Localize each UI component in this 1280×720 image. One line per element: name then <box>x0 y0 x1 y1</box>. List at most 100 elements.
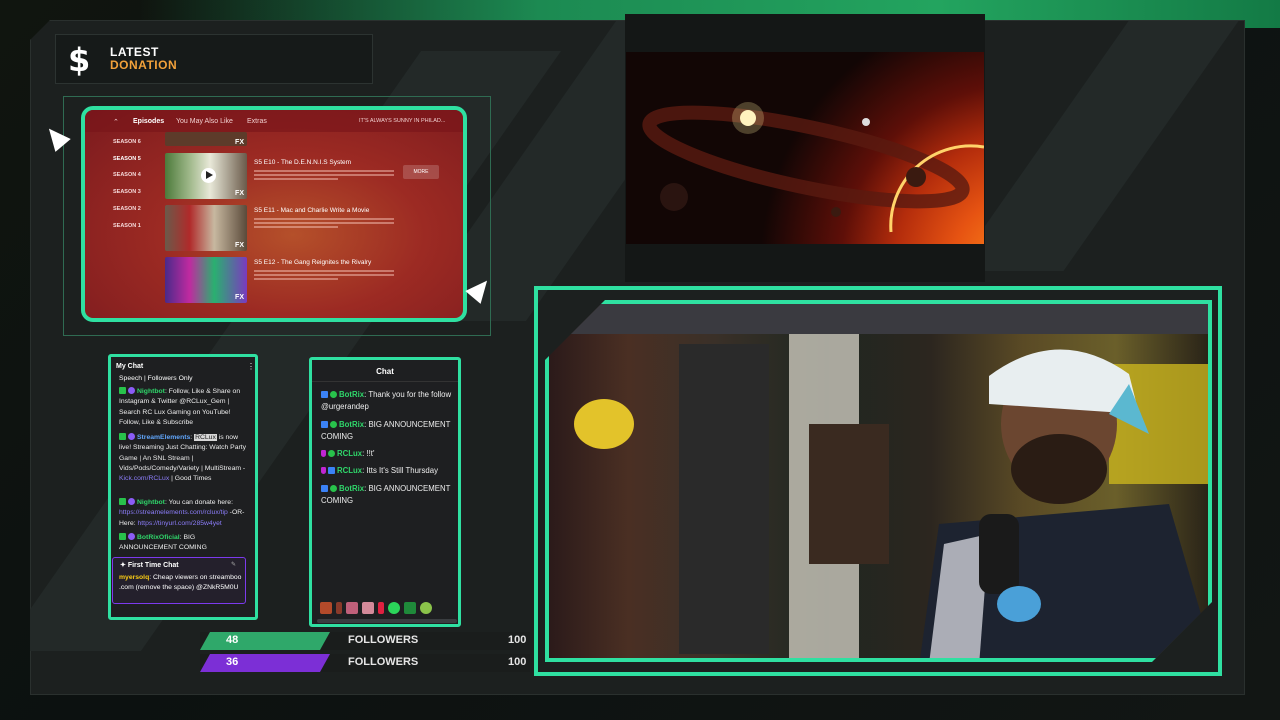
verified-icon <box>330 485 337 492</box>
season-1[interactable]: SEASON 1 <box>113 223 141 229</box>
episode-title-s5e11[interactable]: S5 E11 - Mac and Charlie Write a Movie <box>254 207 369 214</box>
sparkle-icon: ✦ <box>120 562 128 569</box>
space-artwork <box>626 52 984 244</box>
chat-username[interactable]: RCLux <box>337 449 362 458</box>
follower-goal-bar: 36 FOLLOWERS 100 <box>200 654 530 672</box>
verified-icon <box>119 433 126 440</box>
space-artwork-svg <box>642 102 984 233</box>
chat-username[interactable]: Nightbot <box>137 499 165 506</box>
emote-icon[interactable] <box>346 602 358 614</box>
episode-description <box>254 268 394 280</box>
chat-username[interactable]: myersolq <box>119 574 149 581</box>
follower-count: 48 <box>226 634 239 646</box>
chevron-up-icon[interactable]: ⌃ <box>113 118 119 126</box>
microphone-icon <box>321 450 326 457</box>
follower-goal-fill <box>200 654 330 672</box>
chat-message: BotRix: Thank you for the follow @urgera… <box>321 389 456 413</box>
donation-label-line1: LATEST <box>110 45 159 59</box>
emote-icon[interactable] <box>404 602 416 614</box>
chat-text: : Itts It's Still Thursday <box>362 466 438 475</box>
episode-title-s5e10[interactable]: S5 E10 - The D.E.N.N.I.S System <box>254 159 351 166</box>
edit-icon[interactable]: ✎ <box>231 561 236 568</box>
chat-panel: Chat BotRix: Thank you for the follow @u… <box>309 357 461 627</box>
divider <box>312 381 458 382</box>
chat-username[interactable]: Nightbot <box>137 388 165 395</box>
chat-title: Chat <box>376 367 394 376</box>
chat-text: : !!t' <box>362 449 375 458</box>
follower-goal-bar: 48 FOLLOWERS 100 <box>200 632 530 650</box>
more-options-icon[interactable]: ⋮ <box>247 362 255 371</box>
tab-episodes[interactable]: Episodes <box>133 118 164 125</box>
first-time-chat-title: ✦ First Time Chat <box>120 562 179 569</box>
platform-icon <box>328 467 335 474</box>
chat-message: BotRixOficial: BIG ANNOUNCEMENT COMING <box>119 533 249 554</box>
verified-icon <box>330 421 337 428</box>
chat-username[interactable]: RCLux <box>337 466 362 475</box>
webcam-feed <box>545 300 1212 662</box>
episode-description <box>254 216 394 228</box>
chat-link[interactable]: https://streamelements.com/rclux/tip <box>119 509 228 516</box>
emote-icon[interactable] <box>388 602 400 614</box>
latest-donation-widget: $ LATEST DONATION <box>55 34 373 84</box>
follower-goal: 100 <box>508 656 527 668</box>
season-2[interactable]: SEASON 2 <box>113 206 141 212</box>
chat-message: StreamElements: RCLux is now live! Strea… <box>119 433 249 484</box>
chat-username[interactable]: BotRixOficial <box>137 534 180 541</box>
chat-username[interactable]: StreamElements <box>137 434 190 441</box>
chat-username[interactable]: BotRix <box>339 390 364 399</box>
first-time-chat-card: ✦ First Time Chat ✎ myersolq: Cheap view… <box>112 557 246 604</box>
chat-text: : You can donate here: <box>164 499 233 506</box>
chat-input[interactable] <box>317 619 457 623</box>
chat-link[interactable]: https://tinyurl.com/285w4yet <box>138 520 222 527</box>
verified-icon <box>328 450 335 457</box>
follower-goal-fill <box>200 632 330 650</box>
more-button[interactable]: MORE <box>403 165 439 179</box>
chat-message: RCLux: !!t' <box>321 448 456 460</box>
platform-icon <box>321 421 328 428</box>
episode-title-s5e12[interactable]: S5 E12 - The Gang Reignites the Rivalry <box>254 259 371 266</box>
emote-icon[interactable] <box>336 602 342 614</box>
episode-thumbnail-s5e10[interactable]: FX <box>165 153 247 199</box>
fx-logo: FX <box>235 294 244 301</box>
emote-icon[interactable] <box>420 602 432 614</box>
play-icon[interactable] <box>201 168 216 183</box>
season-3[interactable]: SEASON 3 <box>113 189 141 195</box>
episode-browser: ⌃ Episodes You May Also Like Extras IT'S… <box>81 106 467 322</box>
season-5[interactable]: SEASON 5 <box>113 156 141 162</box>
verified-icon <box>119 533 126 540</box>
episode-description <box>254 168 394 180</box>
chat-message: Nightbot: Follow, Like & Share on Instag… <box>119 387 249 428</box>
chat-message: RCLux: Itts It's Still Thursday <box>321 465 456 477</box>
dollar-icon: $ <box>68 41 91 79</box>
mention-highlight: RCLux <box>194 434 217 441</box>
tab-extras[interactable]: Extras <box>247 118 267 125</box>
chat-mode: Speech | Followers Only <box>119 375 193 382</box>
chat-link[interactable]: Kick.com/RCLux <box>119 475 169 482</box>
verified-icon <box>330 391 337 398</box>
chat-title: My Chat <box>116 363 144 370</box>
emote-icon[interactable] <box>362 602 374 614</box>
season-4[interactable]: SEASON 4 <box>113 172 141 178</box>
webcam-scene <box>549 304 1212 662</box>
verified-icon <box>119 498 126 505</box>
episode-thumbnail-prev[interactable]: FX <box>165 132 247 146</box>
fx-logo: FX <box>235 139 244 146</box>
season-6[interactable]: SEASON 6 <box>113 139 141 145</box>
emote-icon[interactable] <box>378 602 384 614</box>
episode-thumbnail-s5e12[interactable]: FX <box>165 257 247 303</box>
platform-icon <box>321 485 328 492</box>
follower-label: FOLLOWERS <box>348 656 419 668</box>
tab-you-may-also-like[interactable]: You May Also Like <box>176 118 233 125</box>
chat-username[interactable]: BotRix <box>339 420 364 429</box>
fx-logo: FX <box>235 190 244 197</box>
emote-icon[interactable] <box>320 602 332 614</box>
episode-thumbnail-s5e11[interactable]: FX <box>165 205 247 251</box>
chat-message: myersolq: Cheap viewers on streamboo .co… <box>119 573 243 593</box>
emote-bar <box>320 601 454 615</box>
chat-username[interactable]: BotRix <box>339 484 364 493</box>
follower-count: 36 <box>226 656 239 668</box>
bot-badge-icon <box>128 533 135 540</box>
bot-badge-icon <box>128 498 135 505</box>
microphone-icon <box>321 467 326 474</box>
fx-logo: FX <box>235 242 244 249</box>
